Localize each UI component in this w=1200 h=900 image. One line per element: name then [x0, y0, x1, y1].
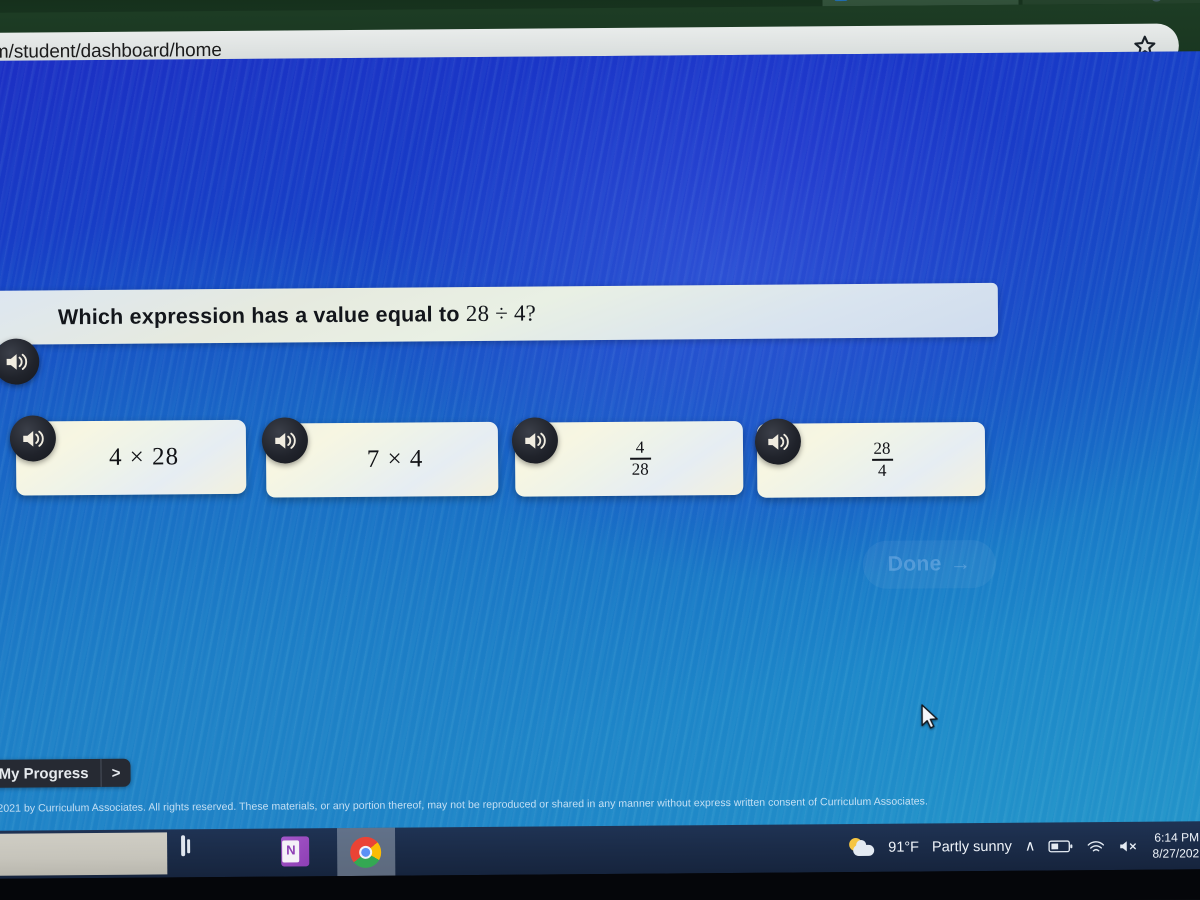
answer-choice-d-fraction: 28 4 — [849, 438, 893, 481]
answer-choice-a-label: 4 × 28 — [108, 443, 180, 471]
answer-choice-c-fraction: 4 28 — [607, 437, 651, 479]
my-progress-label: My Progress — [0, 764, 89, 783]
taskbar-pinned-apps: N — [169, 828, 313, 877]
edge-icon[interactable] — [231, 837, 263, 869]
speaker-icon[interactable] — [0, 338, 40, 385]
done-button[interactable]: Done → — [862, 539, 997, 589]
clock-time: 6:14 PM — [1154, 830, 1200, 845]
iready-page: Which expression has a value equal to 28… — [0, 51, 1200, 833]
speaker-icon-choice-b[interactable] — [261, 417, 309, 464]
arrow-right-icon: → — [949, 552, 972, 576]
copyright-text: ht © 2021 by Curriculum Associates. All … — [0, 795, 928, 815]
speaker-icon-choice-d[interactable] — [754, 418, 802, 465]
speaker-icon-choice-c[interactable] — [511, 417, 559, 464]
fraction-numerator: 28 — [873, 438, 891, 458]
onenote-icon[interactable]: N — [281, 836, 313, 868]
system-tray: 91°F Partly sunny ∧ 6:14 PM 8/27/202 — [849, 821, 1200, 872]
taskbar-search-box[interactable] — [0, 832, 168, 876]
task-view-icon[interactable] — [181, 835, 213, 869]
tab-favicon — [834, 0, 848, 2]
mouse-cursor — [920, 703, 940, 730]
weather-condition[interactable]: Partly sunny — [932, 839, 1012, 856]
question-banner: Which expression has a value equal to 28… — [0, 282, 999, 345]
taskbar-clock[interactable]: 6:14 PM 8/27/202 — [1152, 829, 1199, 862]
onenote-glyph: N — [286, 842, 296, 858]
weather-temperature[interactable]: 91°F — [888, 840, 919, 856]
clock-date: 8/27/202 — [1152, 846, 1200, 861]
speaker-icon-choice-a[interactable] — [9, 415, 57, 462]
screen-photo: Math To Do, i-Re... × m/student/dashboar… — [0, 0, 1200, 900]
fraction-numerator: 4 — [635, 437, 645, 457]
answer-choice-list: 4 × 28 7 × 4 4 28 28 4 — [0, 408, 994, 508]
done-button-label: Done — [887, 552, 942, 576]
chevron-up-icon[interactable]: ∧ — [1025, 839, 1036, 855]
weather-icon[interactable] — [849, 837, 875, 858]
question-text: Which expression has a value equal to 28… — [57, 300, 537, 330]
volume-muted-icon[interactable] — [1118, 838, 1139, 853]
my-progress-button[interactable]: My Progress > — [0, 758, 131, 788]
monitor-screen: Math To Do, i-Re... × m/student/dashboar… — [0, 0, 1200, 900]
answer-choice-b-label: 7 × 4 — [366, 445, 424, 473]
wifi-icon[interactable] — [1086, 839, 1105, 854]
fraction-denominator: 28 — [631, 459, 649, 479]
chevron-right-icon[interactable]: > — [101, 759, 130, 787]
battery-icon[interactable] — [1048, 839, 1073, 853]
chrome-icon[interactable] — [336, 827, 396, 877]
fraction-denominator: 4 — [877, 460, 887, 480]
